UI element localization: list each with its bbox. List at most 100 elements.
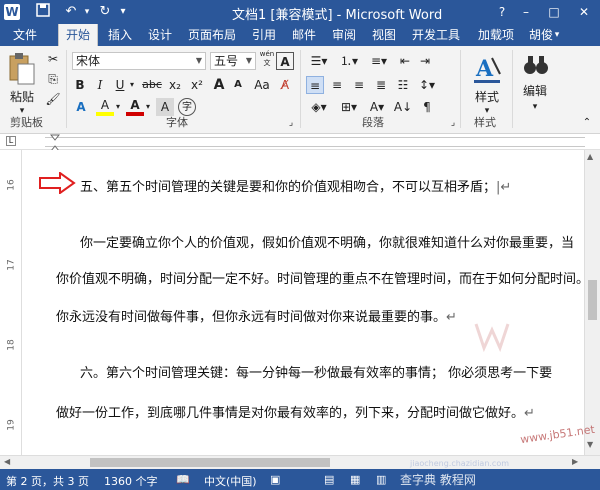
font-dialog-launcher-icon[interactable]: ⌟ — [286, 114, 296, 132]
tab-page-layout[interactable]: 页面布局 — [184, 24, 240, 46]
font-color-button[interactable]: A — [126, 98, 144, 116]
distributed-icon[interactable]: ☷ — [394, 76, 412, 94]
highlight-label: A — [100, 98, 110, 112]
vertical-scrollbar[interactable]: ▲ ▼ — [584, 150, 600, 455]
tab-home[interactable]: 开始 — [58, 24, 98, 46]
decrease-indent-icon[interactable]: ⇤ — [396, 52, 414, 70]
align-left-icon[interactable]: ≡ — [306, 76, 324, 94]
scroll-left-icon[interactable]: ◀ — [4, 457, 10, 466]
character-border-icon[interactable]: A — [276, 52, 294, 70]
clear-format-icon[interactable]: A̸ — [276, 76, 294, 94]
language-indicator[interactable]: 中文(中国) — [204, 473, 257, 489]
tab-review[interactable]: 审阅 — [326, 24, 362, 46]
scroll-right-icon[interactable]: ▶ — [572, 457, 578, 466]
body-line[interactable]: 你永远没有时间做每件事，但你永远有时间做对你来说最重要的事。↵ — [56, 306, 457, 325]
macro-record-icon[interactable]: ▣ — [270, 473, 280, 486]
font-name-combo[interactable]: 宋体 ▼ — [72, 52, 206, 70]
text-effects-icon[interactable]: A — [72, 98, 90, 116]
heading-line[interactable]: 五、第五个时间管理的关键是要和你的价值观相吻合，不可以互相矛盾；|↵ — [80, 176, 511, 195]
redo-icon[interactable]: ↻ — [96, 3, 114, 21]
strikethrough-button[interactable]: abc — [140, 76, 164, 94]
tab-insert[interactable]: 插入 — [102, 24, 138, 46]
vertical-ruler[interactable]: 16 17 18 19 — [0, 150, 22, 455]
horizontal-ruler[interactable] — [45, 137, 585, 147]
collapse-ribbon-icon[interactable]: ⌃ — [580, 114, 594, 132]
highlight-button[interactable]: A — [96, 98, 114, 116]
chevron-down-icon[interactable]: ▼ — [243, 53, 255, 69]
word-count[interactable]: 1360 个字 — [104, 473, 158, 489]
paragraph-dialog-launcher-icon[interactable]: ⌟ — [448, 114, 458, 132]
tab-file[interactable]: 文件 — [0, 24, 50, 46]
tab-addins[interactable]: 加载项 — [472, 24, 520, 46]
body-line[interactable]: 你一定要确立你个人的价值观，假如价值观不明确，你就很难知道什么对你最重要，当 — [80, 232, 574, 251]
document-page[interactable]: 五、第五个时间管理的关键是要和你的价值观相吻合，不可以互相矛盾；|↵ 你一定要确… — [22, 150, 589, 455]
numbering-icon[interactable]: ⒈▾ — [336, 52, 362, 70]
chevron-down-icon[interactable]: ▼ — [193, 53, 205, 69]
borders-icon[interactable]: ⊞▾ — [336, 98, 362, 116]
underline-dropdown-icon[interactable]: ▾ — [128, 76, 136, 94]
read-mode-icon[interactable]: ▤ — [324, 473, 334, 486]
align-right-icon[interactable]: ≡ — [350, 76, 368, 94]
tab-references[interactable]: 引用 — [246, 24, 282, 46]
print-layout-icon[interactable]: ▦ — [350, 473, 360, 486]
styles-icon[interactable]: A — [472, 52, 502, 86]
page-count[interactable]: 第 2 页，共 3 页 — [6, 473, 89, 489]
body-line[interactable]: 六。第六个时间管理关键：每一分钟每一秒做最有效率的事情； 你必须思考一下要 — [80, 362, 552, 381]
paste-icon[interactable] — [6, 52, 36, 86]
red-arrow-annotation — [38, 171, 76, 195]
user-dropdown-icon[interactable]: ▾ — [552, 24, 562, 46]
show-marks-icon[interactable]: ¶ — [418, 98, 436, 116]
phonetic-guide-icon[interactable]: wén 文 — [258, 50, 276, 72]
body-line[interactable]: 做好一份工作，到底哪几件事情是对你最有效率的，列下来，分配时间做它做好。↵ — [56, 402, 535, 421]
customize-quick-access-icon[interactable]: ▾ — [114, 3, 132, 21]
cut-icon[interactable]: ✂ — [44, 50, 62, 68]
font-color-dropdown-icon[interactable]: ▾ — [144, 98, 152, 116]
binoculars-icon[interactable] — [522, 52, 550, 82]
shrink-font-button[interactable]: A — [230, 76, 246, 94]
sort-icon[interactable]: A↓ — [392, 98, 414, 116]
justify-icon[interactable]: ≣ — [372, 76, 390, 94]
tab-design[interactable]: 设计 — [142, 24, 178, 46]
bold-button[interactable]: B — [72, 76, 88, 94]
italic-button[interactable]: I — [92, 76, 108, 94]
subscript-button[interactable]: x₂ — [166, 76, 184, 94]
hscrollbar-thumb[interactable] — [90, 458, 330, 467]
copy-icon[interactable]: ⎘ — [44, 70, 62, 88]
separator — [66, 50, 67, 128]
change-case-button[interactable]: Aa — [250, 76, 274, 94]
web-layout-icon[interactable]: ▥ — [376, 473, 386, 486]
proofing-icon[interactable]: 📖 — [176, 473, 190, 486]
grow-font-button[interactable]: A — [210, 76, 228, 94]
superscript-button[interactable]: x² — [188, 76, 206, 94]
underline-button[interactable]: U — [112, 76, 128, 94]
bullets-icon[interactable]: ☰▾ — [306, 52, 332, 70]
tab-stop-selector-icon[interactable]: L — [6, 136, 16, 146]
font-size-combo[interactable]: 五号 ▼ — [210, 52, 256, 70]
word-app-icon: W — [4, 4, 20, 20]
tab-mailings[interactable]: 邮件 — [286, 24, 322, 46]
minimize-button[interactable]: – — [512, 0, 540, 24]
heading-text: 五、第五个时间管理的关键是要和你的价值观相吻合，不可以互相矛盾； — [80, 180, 497, 195]
tab-view[interactable]: 视图 — [366, 24, 402, 46]
editing-dropdown-icon[interactable]: ▾ — [526, 98, 544, 116]
increase-indent-icon[interactable]: ⇥ — [416, 52, 434, 70]
close-button[interactable]: ✕ — [568, 0, 600, 24]
font-group-label: 字体 — [166, 116, 188, 129]
highlight-dropdown-icon[interactable]: ▾ — [114, 98, 122, 116]
restore-button[interactable]: □ — [540, 0, 568, 24]
align-center-icon[interactable]: ≡ — [328, 76, 346, 94]
font-name-value: 宋体 — [76, 54, 101, 68]
tab-developer[interactable]: 开发工具 — [406, 24, 466, 46]
format-painter-icon[interactable]: 🖌 — [44, 90, 62, 108]
scroll-down-icon[interactable]: ▼ — [587, 440, 593, 449]
scroll-up-icon[interactable]: ▲ — [587, 152, 593, 161]
multilevel-list-icon[interactable]: ≡▾ — [366, 52, 392, 70]
shading-icon[interactable]: ◈▾ — [306, 98, 332, 116]
styles-group-label: 样式 — [474, 116, 496, 129]
save-icon[interactable] — [34, 3, 52, 21]
undo-dropdown-icon[interactable]: ▾ — [78, 3, 96, 21]
horizontal-scrollbar[interactable]: ◀ ▶ — [0, 455, 600, 469]
scrollbar-thumb[interactable] — [588, 280, 597, 320]
body-line[interactable]: 你价值观不明确，时间分配一定不好。时间管理的重点不在管理时间，而在于如何分配时间… — [56, 268, 589, 287]
line-spacing-icon[interactable]: ↕▾ — [416, 76, 438, 94]
